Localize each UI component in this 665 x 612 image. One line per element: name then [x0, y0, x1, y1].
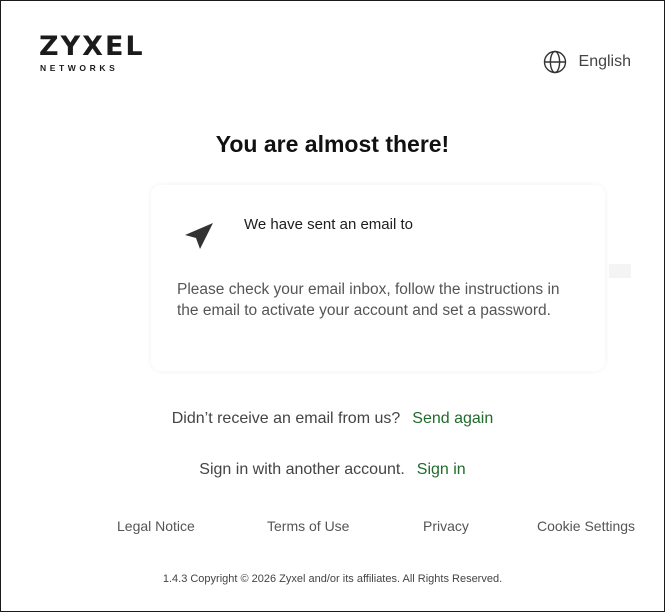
instructions-text: Please check your email inbox, follow th…: [177, 281, 560, 319]
signin-prompt: Sign in with another account.: [199, 461, 405, 478]
side-tab: [609, 264, 631, 278]
signin-row: Sign in with another account. Sign in: [1, 461, 664, 479]
footer-link-privacy[interactable]: Privacy: [423, 518, 469, 534]
zyxel-logo: ZYXEL NETWORKS: [39, 31, 145, 73]
resend-prompt: Didn’t receive an email from us?: [171, 410, 401, 427]
sent-message: We have sent an email to: [244, 216, 413, 233]
footer-link-legal-notice[interactable]: Legal Notice: [117, 518, 195, 534]
send-again-link[interactable]: Send again: [412, 410, 493, 427]
send-plane-icon: [183, 221, 215, 256]
language-label: English: [578, 53, 631, 70]
language-selector[interactable]: English: [543, 50, 631, 74]
copyright-text: 1.4.3 Copyright © 2026 Zyxel and/or its …: [162, 573, 503, 585]
resend-row: Didn’t receive an email from us? Send aga…: [1, 410, 664, 428]
footer-link-cookie-settings[interactable]: Cookie Settings: [537, 518, 635, 534]
logo-subtitle: NETWORKS: [40, 63, 119, 73]
sign-in-link[interactable]: Sign in: [417, 461, 466, 478]
logo-wordmark: ZYXEL: [39, 31, 145, 62]
page-title: You are almost there!: [215, 131, 450, 157]
page-frame: ZYXEL NETWORKS English You are almost th…: [0, 0, 665, 612]
confirmation-card: We have sent an email to Please check yo…: [151, 185, 605, 371]
footer-link-terms-of-use[interactable]: Terms of Use: [267, 518, 349, 534]
globe-icon: [543, 50, 567, 74]
